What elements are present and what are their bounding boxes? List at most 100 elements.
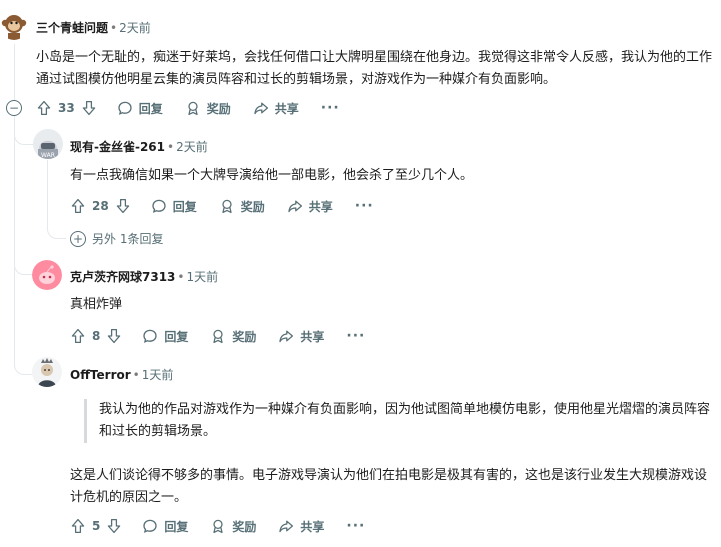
avatar-crowned-figure-icon [32, 357, 62, 387]
comment-body: 这是人们谈论得不够多的事情。电子游戏导演认为他们在拍电影是极其有害的，这也是该行… [70, 468, 708, 505]
comment-author-header: 现有-金丝雀-261 • 2天前 [70, 138, 208, 155]
award-icon [210, 328, 226, 344]
upvote-icon[interactable] [70, 328, 86, 344]
award-label: 奖励 [232, 329, 257, 344]
thread-line [14, 116, 15, 366]
timestamp[interactable]: 1天前 [186, 270, 218, 284]
comment-icon [142, 518, 158, 534]
more-options-button[interactable]: ··· [346, 518, 365, 534]
downvote-icon[interactable] [106, 328, 122, 344]
downvote-icon[interactable] [81, 100, 97, 116]
share-label: 共享 [274, 101, 299, 116]
separator-dot: • [110, 21, 118, 35]
avatar[interactable] [32, 357, 62, 387]
comment-icon [117, 100, 133, 116]
reply-button[interactable]: 回复 [117, 100, 163, 117]
avatar-snoo-icon [32, 260, 62, 290]
timestamp[interactable]: 2天前 [119, 21, 151, 35]
avatar-monkey-icon [0, 12, 28, 40]
vote-count: 33 [58, 101, 75, 115]
award-label: 奖励 [240, 199, 265, 214]
share-button[interactable]: 共享 [278, 518, 324, 535]
share-button[interactable]: 共享 [253, 100, 299, 117]
reply-label: 回复 [172, 199, 197, 214]
more-replies-link[interactable]: + 另外 1条回复 [70, 230, 163, 247]
comment-icon [151, 198, 167, 214]
author-name[interactable]: 现有-金丝雀-261 [70, 140, 165, 154]
separator-dot: • [167, 140, 175, 154]
more-options-button[interactable]: ··· [321, 100, 340, 116]
comment-body: 有一点我确信如果一个大牌导演给他一部电影，他会杀了至少几个人。 [70, 168, 474, 183]
comment-body: 真相炸弹 [70, 297, 123, 312]
more-replies-label: 另外 1条回复 [92, 232, 164, 246]
vote-count: 5 [92, 519, 101, 533]
downvote-icon[interactable] [115, 198, 131, 214]
award-icon [185, 100, 201, 116]
avatar[interactable] [32, 260, 62, 290]
timestamp[interactable]: 2天前 [176, 140, 208, 154]
reply-button[interactable]: 回复 [151, 198, 197, 215]
upvote-icon[interactable] [70, 518, 86, 534]
comment-icon [142, 328, 158, 344]
share-icon [287, 198, 303, 214]
thread-connector [14, 128, 33, 145]
award-button[interactable]: 奖励 [210, 328, 256, 345]
award-button[interactable]: 奖励 [210, 518, 256, 535]
comment-actions: 33 回复 奖励 共享 ··· [36, 98, 340, 118]
upvote-icon[interactable] [36, 100, 52, 116]
share-label: 共享 [300, 329, 325, 344]
share-label: 共享 [300, 519, 325, 534]
collapse-thread-button[interactable]: − [6, 100, 22, 116]
thread-connector [47, 226, 66, 239]
reply-button[interactable]: 回复 [142, 518, 188, 535]
share-button[interactable]: 共享 [287, 198, 333, 215]
svg-text:WAR: WAR [41, 152, 55, 159]
thread-connector [14, 254, 33, 275]
avatar[interactable] [0, 12, 28, 40]
author-name[interactable]: OffTerror [70, 368, 131, 382]
comment-actions: 5 回复 奖励 共享 ··· [70, 516, 365, 536]
comment-author-header: OffTerror • 1天前 [70, 366, 173, 383]
upvote-icon[interactable] [70, 198, 86, 214]
more-options-button[interactable]: ··· [355, 198, 374, 214]
comment-actions: 28 回复 奖励 共享 ··· [70, 196, 374, 216]
award-button[interactable]: 奖励 [219, 198, 265, 215]
vote-count: 8 [92, 329, 101, 343]
reply-label: 回复 [164, 519, 189, 534]
timestamp[interactable]: 1天前 [142, 368, 174, 382]
avatar-helmet-icon: WAR [33, 129, 63, 159]
share-icon [253, 100, 269, 116]
thread-line [47, 160, 48, 230]
share-label: 共享 [308, 199, 333, 214]
comment-body: 小岛是一个无耻的，痴迷于好莱坞，会找任何借口让大牌明星围绕在他身边。我觉得这非常… [36, 50, 713, 87]
blockquote: 我认为他的作品对游戏作为一种媒介有负面影响，因为他试图简单地模仿电影，使用他星光… [84, 399, 711, 443]
vote-group: 28 [70, 198, 131, 214]
author-name[interactable]: 三个青蛙问题 [36, 21, 108, 35]
separator-dot: • [177, 270, 185, 284]
vote-group: 8 [70, 328, 122, 344]
share-button[interactable]: 共享 [278, 328, 324, 345]
comment-author-header: 三个青蛙问题 • 2天前 [36, 19, 151, 36]
reply-button[interactable]: 回复 [142, 328, 188, 345]
avatar[interactable]: WAR [33, 129, 63, 159]
share-icon [278, 328, 294, 344]
minus-icon: − [8, 101, 20, 115]
vote-group: 5 [70, 518, 122, 534]
reply-label: 回复 [164, 329, 189, 344]
award-icon [210, 518, 226, 534]
more-options-button[interactable]: ··· [346, 328, 365, 344]
share-icon [278, 518, 294, 534]
award-label: 奖励 [232, 519, 257, 534]
comment-author-header: 克卢茨齐网球7313 • 1天前 [70, 268, 218, 285]
award-icon [219, 198, 235, 214]
thread-connector [14, 354, 33, 375]
award-button[interactable]: 奖励 [185, 100, 231, 117]
vote-count: 28 [92, 199, 109, 213]
expand-plus-icon: + [70, 230, 86, 247]
vote-group: 33 [36, 100, 97, 116]
reply-label: 回复 [138, 101, 163, 116]
author-name[interactable]: 克卢茨齐网球7313 [70, 270, 175, 284]
downvote-icon[interactable] [106, 518, 122, 534]
award-label: 奖励 [206, 101, 231, 116]
separator-dot: • [132, 368, 140, 382]
